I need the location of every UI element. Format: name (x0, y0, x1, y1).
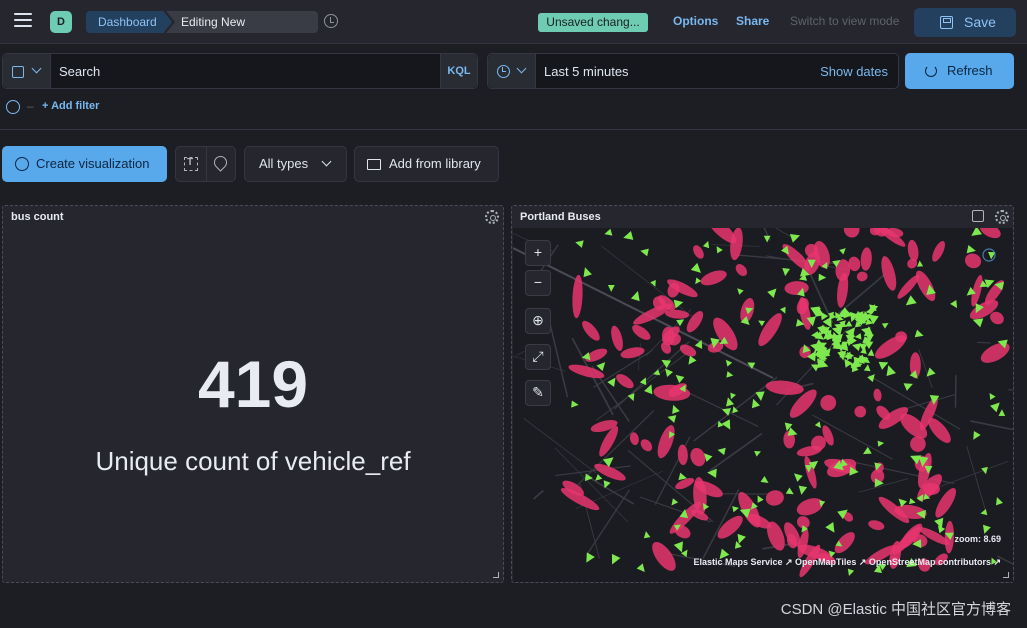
saved-query-icon (12, 66, 24, 78)
save-label: Save (964, 14, 996, 30)
tools-button[interactable] (525, 380, 551, 406)
all-types-label: All types (259, 156, 309, 171)
time-picker: Last 5 minutes Show dates (487, 53, 899, 89)
gear-icon[interactable] (485, 210, 499, 224)
text-panel-icon[interactable] (184, 157, 198, 171)
resize-handle[interactable] (493, 572, 499, 578)
query-bar: Search KQL (2, 53, 478, 89)
fit-to-data-button[interactable] (525, 344, 551, 370)
filter-separator: – (27, 99, 34, 113)
panel-title: bus count (11, 211, 64, 223)
add-filter-link[interactable]: + Add filter (42, 100, 99, 112)
gear-icon[interactable] (995, 210, 1009, 224)
zoom-level: zoom: 8.69 (954, 534, 1001, 544)
breadcrumb-dashboard[interactable]: Dashboard (86, 11, 172, 33)
watermark: CSDN @Elastic 中国社区官方博客 (780, 601, 1011, 618)
chevron-down-icon (31, 63, 42, 74)
quick-time-button[interactable] (488, 54, 536, 88)
folder-icon (367, 159, 381, 170)
layers-icon[interactable] (972, 210, 984, 222)
all-types-dropdown[interactable]: All types (244, 146, 347, 182)
map-panel-icon[interactable] (211, 153, 230, 172)
zoom-in-button[interactable] (525, 240, 551, 266)
filter-icon[interactable] (6, 100, 20, 114)
map-canvas[interactable]: zoom: 8.69 Elastic Maps Service ↗ OpenMa… (513, 228, 1013, 582)
time-range-label: Last 5 minutes (544, 64, 629, 79)
menu-icon[interactable] (14, 13, 32, 29)
divider (206, 147, 207, 181)
resize-handle[interactable] (1003, 572, 1009, 578)
zoom-out-button[interactable] (525, 270, 551, 296)
refresh-label: Refresh (947, 63, 993, 78)
clock-icon (497, 65, 510, 78)
portland-buses-panel[interactable]: Portland Buses zoom: 8.69 Elastic Maps S… (511, 205, 1014, 583)
refresh-button[interactable]: Refresh (905, 53, 1014, 89)
options-link[interactable]: Options (673, 14, 718, 28)
add-from-library-button[interactable]: Add from library (354, 146, 499, 182)
chevron-down-icon (516, 63, 527, 74)
switch-view-mode-link[interactable]: Switch to view mode (790, 14, 899, 28)
save-button[interactable]: Save (914, 8, 1016, 37)
header-bar: D Dashboard Editing New Dashboard Unsave… (0, 0, 1027, 44)
chevron-down-icon (321, 156, 332, 167)
panel-title: Portland Buses (520, 211, 601, 223)
show-dates-link[interactable]: Show dates (820, 64, 888, 79)
breadcrumb-current: Editing New Dashboard (166, 11, 318, 33)
create-visualization-button[interactable]: Create visualization (2, 146, 167, 182)
metric-value: 419 (197, 347, 309, 421)
create-visualization-label: Create visualization (36, 156, 150, 171)
history-icon[interactable] (324, 14, 338, 28)
metric-label: Unique count of vehicle_ref (95, 446, 411, 476)
add-from-library-label: Add from library (389, 156, 481, 171)
search-input[interactable]: Search (59, 64, 100, 79)
bus-count-panel[interactable]: bus count 419 Unique count of vehicle_re… (2, 205, 504, 583)
save-icon (940, 16, 953, 29)
saved-query-button[interactable] (3, 54, 51, 88)
visualize-icon (15, 157, 29, 171)
space-avatar[interactable]: D (50, 11, 72, 33)
unsaved-badge: Unsaved chang... (538, 13, 648, 32)
locate-button[interactable] (525, 308, 551, 334)
kql-toggle[interactable]: KQL (440, 54, 477, 88)
map-attribution[interactable]: Elastic Maps Service ↗ OpenMapTiles ↗ Op… (693, 557, 1001, 568)
quick-add-group (175, 146, 236, 182)
divider (0, 129, 1027, 130)
refresh-icon (925, 65, 937, 77)
share-link[interactable]: Share (736, 14, 769, 28)
map-layer (513, 228, 1013, 578)
